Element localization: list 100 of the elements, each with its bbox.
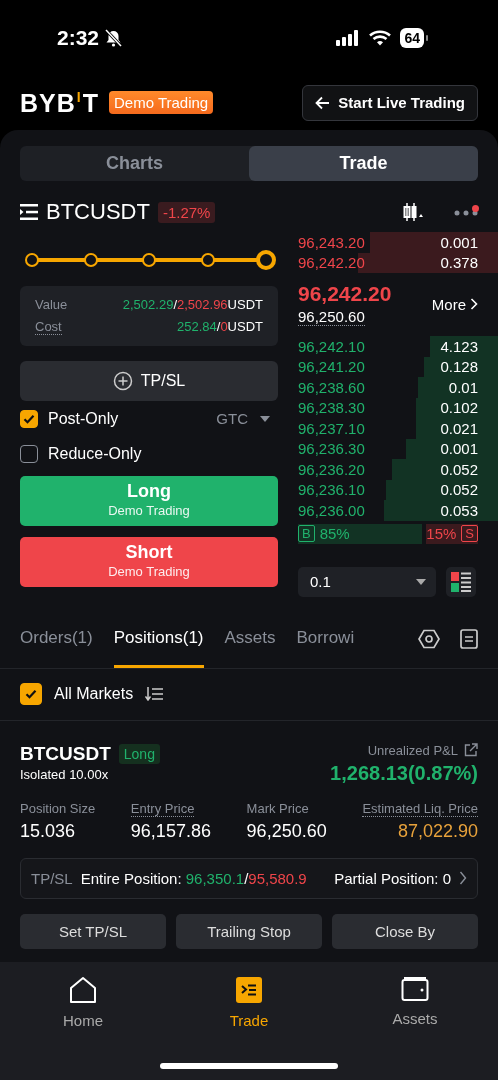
document-icon[interactable] [460, 629, 478, 649]
signal-icon [336, 29, 361, 46]
option-label: Post-Only [48, 409, 119, 428]
order-price[interactable]: 96,236.00 [298, 501, 365, 519]
more-link[interactable]: More [431, 295, 478, 313]
view-tab[interactable]: Charts [20, 146, 249, 181]
summary-label: Cost [35, 318, 62, 335]
order-quantity: 0.053 [440, 501, 478, 519]
action-button[interactable]: Trailing Stop [176, 913, 322, 949]
demo-badge: Demo Trading [108, 91, 214, 114]
action-button[interactable]: Close By [332, 913, 478, 949]
book-layout-button[interactable] [446, 566, 476, 597]
stat-label: Estimated Liq. Price [362, 800, 478, 817]
side-tag: Long [118, 743, 160, 764]
stat-label: Entry Price [130, 800, 195, 817]
symbol-name[interactable]: BTCUSDT [46, 199, 150, 225]
stat-value: 15.036 [20, 820, 77, 842]
depth-bar [430, 336, 498, 357]
battery-indicator: 64 [400, 27, 424, 48]
stat-label: Mark Price [246, 800, 309, 816]
arrow-left-icon [315, 95, 331, 110]
tpsl-label: TP/SL [31, 869, 73, 887]
order-quantity: 0.001 [440, 440, 478, 458]
order-quantity: 0.052 [440, 460, 478, 478]
position-tab[interactable]: Assets [224, 610, 276, 668]
home-icon [69, 975, 97, 1004]
wallet-icon [401, 975, 429, 1002]
chevron-right-icon [470, 298, 478, 310]
start-live-trading-button[interactable]: Start Live Trading [302, 84, 478, 121]
more-icon[interactable] [454, 208, 478, 216]
plus-circle-icon [112, 371, 133, 391]
action-button[interactable]: Set TP/SL [20, 913, 166, 949]
clock: 2:32 [57, 25, 100, 50]
margin-mode: Isolated 10.00x [20, 766, 110, 782]
book-layout-icon [451, 571, 471, 592]
position-symbol: BTCUSDT [20, 742, 111, 765]
order-quantity: 0.021 [440, 419, 478, 437]
order-quantity: 0.378 [440, 254, 478, 272]
filter-label: All Markets [54, 685, 134, 703]
chevron-right-icon [459, 871, 467, 885]
position-tab[interactable]: Orders(1) [20, 610, 93, 668]
wifi-icon [369, 29, 392, 46]
candlestick-icon[interactable] [402, 201, 424, 223]
short-button[interactable]: Short Demo Trading [20, 537, 278, 587]
sort-icon[interactable] [145, 687, 164, 701]
view-tab[interactable]: Trade [249, 146, 478, 181]
stat-value: 96,157.86 [130, 820, 211, 842]
price-change: -1.27% [157, 201, 216, 223]
order-price[interactable]: 96,242.10 [298, 337, 365, 355]
trade-icon [235, 975, 263, 1004]
nav-item[interactable]: Assets [332, 975, 498, 1029]
menu-icon[interactable] [20, 204, 38, 220]
order-price[interactable]: 96,236.30 [298, 440, 365, 458]
buy-ratio: 85% [319, 525, 350, 542]
summary-value: 252.84/0USDT [177, 318, 263, 335]
order-quantity: 4.123 [440, 337, 478, 355]
order-price[interactable]: 96,237.10 [298, 419, 365, 437]
tpsl-button[interactable]: TP/SL [20, 361, 278, 401]
option-label: Reduce-Only [48, 444, 142, 463]
caret-icon [260, 415, 270, 422]
checkmark-icon [24, 687, 38, 701]
checkbox[interactable] [20, 409, 38, 428]
order-price[interactable]: 96,238.30 [298, 399, 365, 417]
sell-ratio: 15% [426, 525, 457, 542]
nav-item[interactable]: Trade [166, 975, 332, 1029]
order-price[interactable]: 96,242.20 [298, 254, 365, 272]
order-quantity: 0.01 [448, 378, 478, 396]
order-quantity: 0.001 [440, 233, 478, 251]
settings-icon[interactable] [418, 628, 440, 650]
order-quantity: 0.128 [440, 358, 478, 376]
checkbox[interactable] [20, 444, 38, 463]
pnl-value: 1,268.13(0.87%) [330, 761, 478, 785]
external-link-icon[interactable] [464, 743, 478, 757]
pnl-label: Unrealized P&L [367, 742, 458, 758]
tpsl-bar[interactable]: TP/SL Entire Position: 96,350.1/95,580.9 Partial Position: 0 [20, 857, 478, 899]
time-in-force-dropdown[interactable]: GTC [216, 410, 278, 427]
position-tab[interactable]: Positions(1) [113, 610, 204, 668]
stat-label: Position Size [20, 800, 96, 816]
summary-value: 2,502.29/2,502.96USDT [122, 297, 263, 313]
order-price[interactable]: 96,236.10 [298, 481, 365, 499]
precision-dropdown[interactable]: 0.1 [298, 566, 436, 597]
nav-item[interactable]: Home [0, 975, 166, 1029]
stat-value: 96,250.60 [246, 820, 327, 842]
buy-tag: B [298, 525, 315, 542]
order-quantity: 0.102 [440, 399, 478, 417]
stat-value: 87,022.90 [396, 820, 478, 842]
order-price[interactable]: 96,241.20 [298, 358, 365, 376]
position-tab[interactable]: Borrowi [296, 610, 355, 668]
summary-label: Value [35, 297, 68, 313]
last-price: 96,242.20 [298, 282, 392, 306]
order-price[interactable]: 96,243.20 [298, 233, 365, 251]
checkbox[interactable] [20, 683, 42, 705]
order-quantity: 0.052 [440, 481, 478, 499]
tpsl-summary: Entire Position: 96,350.1/95,580.9 [80, 869, 307, 887]
order-price[interactable]: 96,236.20 [298, 460, 365, 478]
caret-icon [416, 578, 426, 585]
order-price[interactable]: 96,238.60 [298, 378, 365, 396]
bell-slash-icon [105, 28, 123, 47]
mark-price: 96,250.60 [298, 308, 365, 326]
sell-tag: S [461, 525, 478, 542]
